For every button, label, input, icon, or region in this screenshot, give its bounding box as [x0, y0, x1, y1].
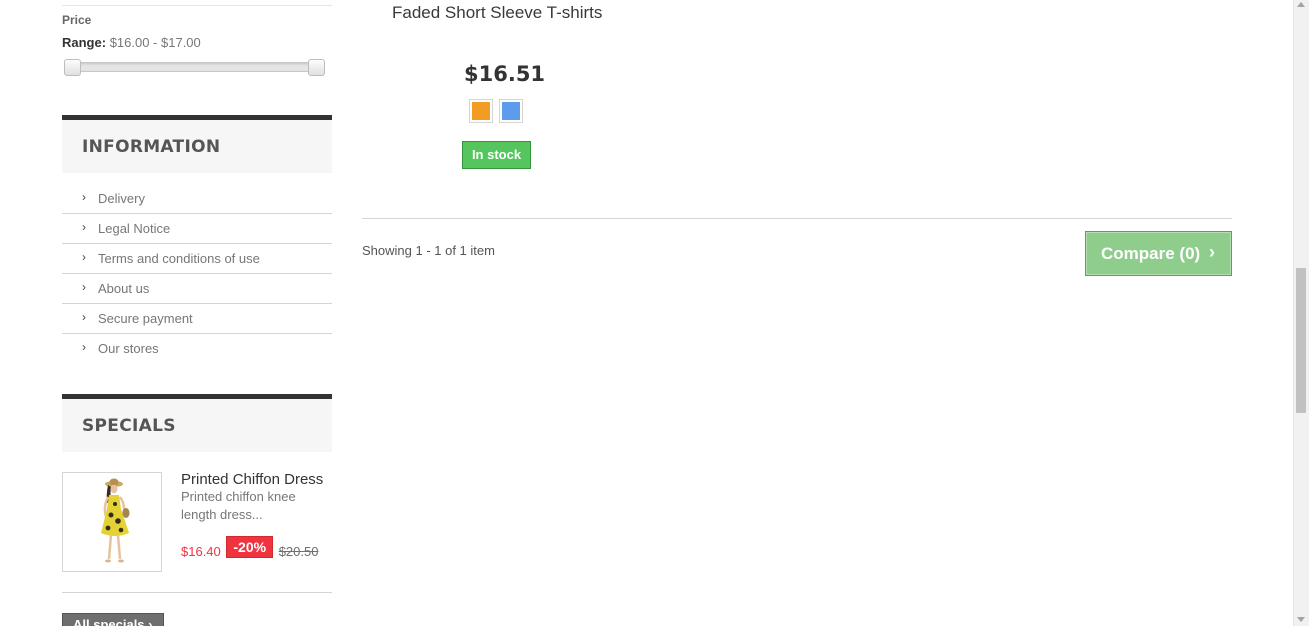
- chevron-right-icon: ›: [82, 190, 86, 204]
- information-list: › Delivery › Legal Notice › Terms and co…: [62, 184, 332, 363]
- vertical-scrollbar[interactable]: [1293, 0, 1309, 626]
- price-filter: Price Range: $16.00 - $17.00: [62, 0, 332, 100]
- info-link-label[interactable]: Secure payment: [98, 311, 193, 326]
- old-price: $20.50: [278, 544, 319, 559]
- special-product-description: Printed chiffon knee length dress...: [181, 489, 296, 522]
- divider: [362, 218, 1232, 219]
- info-link-legal-notice[interactable]: › Legal Notice: [62, 214, 332, 244]
- price-range-value: $16.00 - $17.00: [109, 35, 201, 50]
- info-link-terms[interactable]: › Terms and conditions of use: [62, 244, 332, 274]
- divider: [62, 592, 332, 593]
- color-swatch-orange[interactable]: [469, 99, 493, 123]
- discount-badge: -20%: [226, 536, 274, 558]
- category-page: Price Range: $16.00 - $17.00 INFORMATION…: [0, 0, 1309, 626]
- swatch-fill: [472, 102, 490, 120]
- price-range: Range: $16.00 - $17.00: [62, 35, 201, 50]
- chevron-right-icon: ›: [148, 617, 153, 626]
- availability-badge: In stock: [462, 141, 531, 169]
- info-link-secure-payment[interactable]: › Secure payment: [62, 304, 332, 334]
- chevron-right-icon: ›: [82, 310, 86, 324]
- special-price: $16.40: [181, 544, 221, 559]
- dress-model-image: [63, 473, 161, 571]
- chevron-right-icon: ›: [82, 220, 86, 234]
- scroll-down-arrow-icon[interactable]: [1297, 617, 1305, 622]
- all-specials-button[interactable]: All specials ›: [62, 613, 164, 626]
- price-filter-title: Price: [62, 13, 92, 27]
- price-range-label: Range:: [62, 35, 107, 50]
- special-product: Printed Chiffon Dress Printed chiffon kn…: [62, 471, 332, 572]
- info-link-label[interactable]: Terms and conditions of use: [98, 251, 260, 266]
- divider: [62, 5, 332, 6]
- special-product-image[interactable]: [62, 472, 162, 572]
- scroll-up-arrow-icon[interactable]: [1297, 2, 1305, 7]
- price-slider-max-handle[interactable]: [308, 59, 325, 76]
- product-name-link[interactable]: Faded Short Sleeve T-shirts: [392, 3, 602, 23]
- info-link-label[interactable]: About us: [98, 281, 149, 296]
- compare-label: Compare (0): [1101, 244, 1201, 263]
- special-product-name[interactable]: Printed Chiffon Dress: [181, 471, 323, 488]
- chevron-right-icon: ›: [82, 340, 86, 354]
- chevron-right-icon: ›: [82, 250, 86, 264]
- info-link-label[interactable]: Legal Notice: [98, 221, 170, 236]
- chevron-right-icon: ›: [1209, 242, 1215, 262]
- price-slider-min-handle[interactable]: [64, 59, 81, 76]
- special-price-row: $16.40 -20% $20.50: [181, 536, 319, 559]
- info-link-label[interactable]: Delivery: [98, 191, 145, 206]
- product-price: $16.51: [464, 62, 546, 86]
- information-title: INFORMATION: [82, 137, 221, 157]
- specials-block-title: SPECIALS: [62, 394, 332, 452]
- scrollbar-thumb[interactable]: [1296, 268, 1306, 413]
- specials-title: SPECIALS: [82, 416, 176, 436]
- swatch-fill: [502, 102, 520, 120]
- color-swatch-blue[interactable]: [499, 99, 523, 123]
- information-block-title: INFORMATION: [62, 115, 332, 173]
- all-specials-label: All specials: [73, 617, 145, 626]
- compare-button[interactable]: Compare (0) ›: [1085, 231, 1232, 276]
- results-count: Showing 1 - 1 of 1 item: [362, 243, 495, 258]
- info-link-our-stores[interactable]: › Our stores: [62, 334, 332, 363]
- chevron-right-icon: ›: [82, 280, 86, 294]
- price-slider-track[interactable]: [66, 62, 322, 72]
- info-link-label[interactable]: Our stores: [98, 341, 159, 356]
- info-link-about-us[interactable]: › About us: [62, 274, 332, 304]
- info-link-delivery[interactable]: › Delivery: [62, 184, 332, 214]
